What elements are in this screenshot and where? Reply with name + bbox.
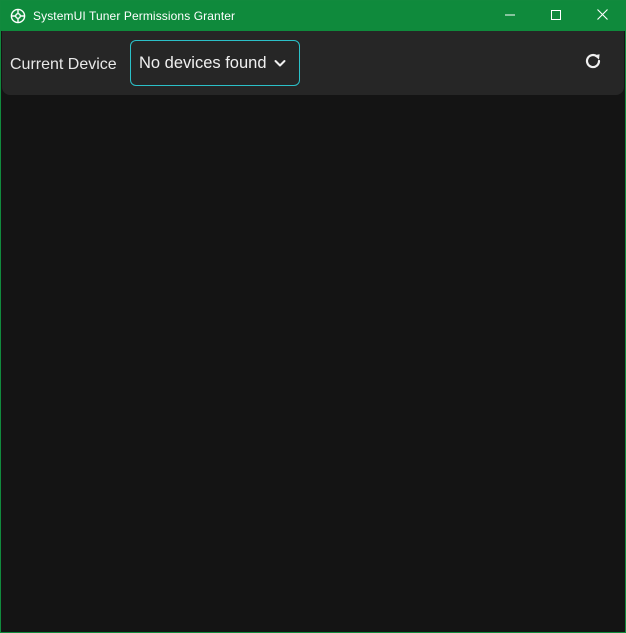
refresh-icon bbox=[583, 51, 603, 76]
main-content-area bbox=[2, 95, 624, 632]
minimize-button[interactable] bbox=[487, 1, 533, 31]
device-select[interactable]: No devices found bbox=[130, 40, 300, 86]
refresh-button[interactable] bbox=[581, 51, 605, 75]
close-icon bbox=[596, 7, 608, 25]
maximize-button[interactable] bbox=[533, 1, 579, 31]
device-toolbar: Current Device No devices found bbox=[2, 31, 624, 95]
device-select-value: No devices found bbox=[139, 53, 267, 72]
title-bar[interactable]: SystemUI Tuner Permissions Granter bbox=[1, 1, 625, 31]
maximize-icon bbox=[551, 7, 561, 25]
close-button[interactable] bbox=[579, 1, 625, 31]
current-device-label: Current Device bbox=[10, 56, 117, 73]
window-controls bbox=[487, 1, 625, 31]
chevron-down-icon bbox=[273, 56, 287, 70]
minimize-icon bbox=[505, 7, 515, 25]
window-title: SystemUI Tuner Permissions Granter bbox=[33, 9, 236, 23]
app-window: SystemUI Tuner Permissions Granter Curre… bbox=[0, 0, 626, 633]
settings-gear-icon bbox=[10, 8, 26, 24]
